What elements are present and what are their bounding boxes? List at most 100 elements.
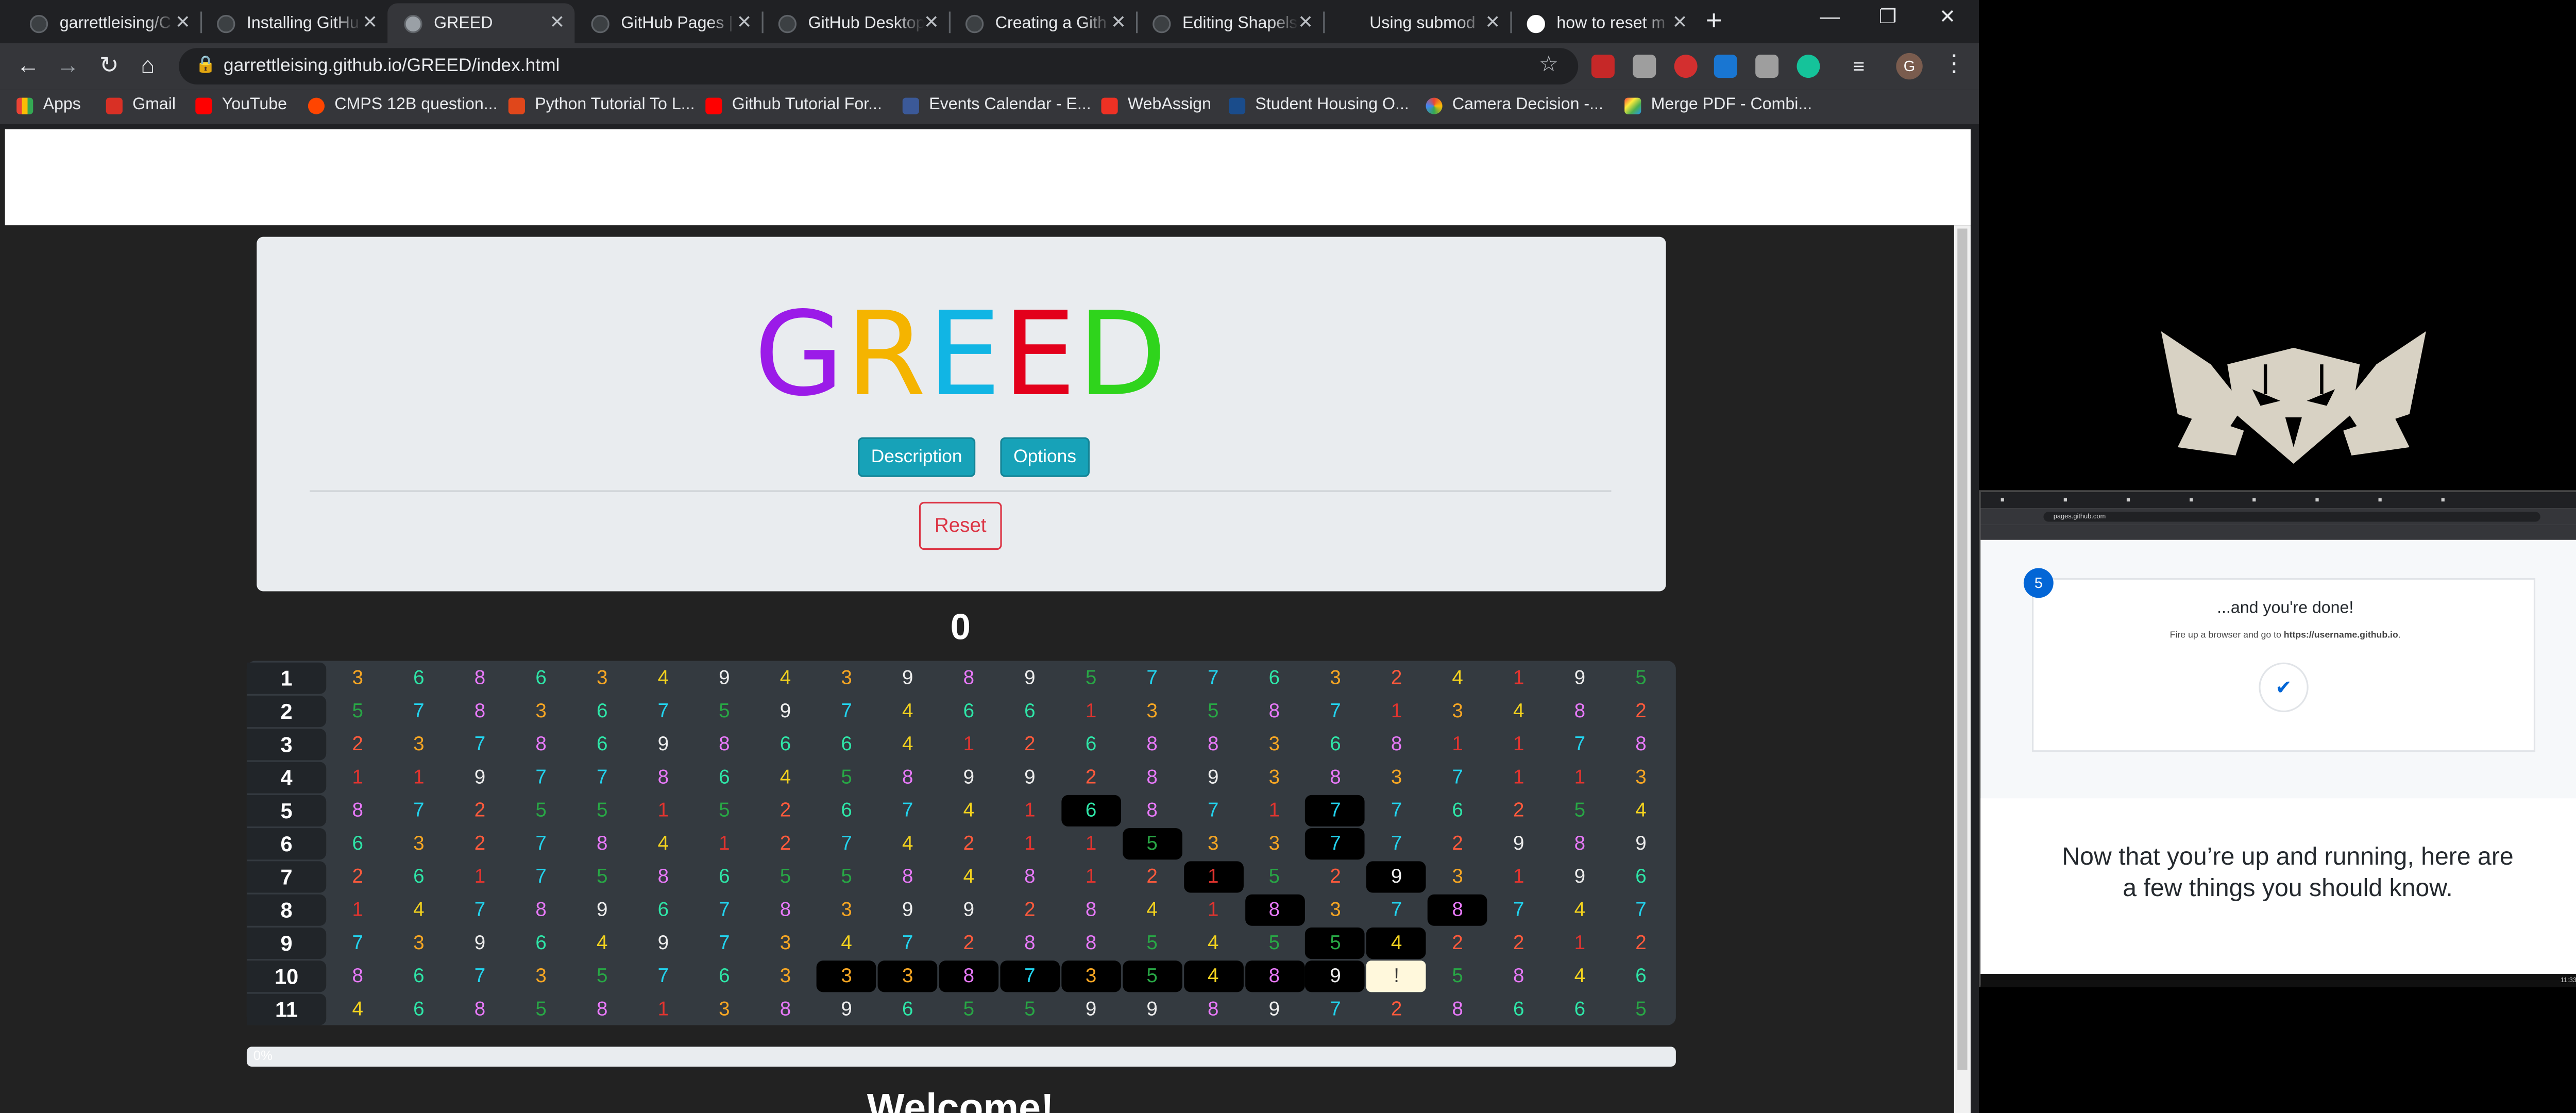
grid-cell[interactable]: 1: [1428, 729, 1487, 760]
bookmark-camera[interactable]: Camera Decision -...: [1426, 96, 1603, 114]
grid-cell[interactable]: 2: [1306, 861, 1365, 892]
grid-cell[interactable]: 6: [694, 960, 754, 992]
grid-cell[interactable]: 8: [878, 861, 938, 892]
grid-cell[interactable]: 7: [1306, 828, 1365, 860]
grid-cell[interactable]: 8: [450, 994, 510, 1025]
grid-cell[interactable]: 2: [328, 861, 387, 892]
grid-cell[interactable]: 2: [1428, 927, 1487, 959]
grid-cell[interactable]: 7: [1489, 895, 1549, 926]
tab-6[interactable]: Editing Shapels ✕: [1136, 3, 1323, 43]
extension-icon[interactable]: [1755, 55, 1779, 78]
grid-cell[interactable]: 3: [1245, 729, 1304, 760]
grid-cell[interactable]: 1: [1061, 861, 1121, 892]
grid-cell[interactable]: 7: [817, 828, 876, 859]
tab-7[interactable]: Using submod ✕: [1323, 3, 1510, 43]
grid-cell[interactable]: 5: [511, 795, 571, 827]
grid-cell[interactable]: 6: [694, 861, 754, 892]
grid-cell[interactable]: 7: [389, 795, 449, 827]
grid-cell[interactable]: 9: [878, 895, 938, 926]
forward-arrow-icon[interactable]: →: [56, 52, 79, 78]
grid-cell[interactable]: 7: [878, 927, 938, 959]
grid-cell[interactable]: 6: [817, 729, 876, 760]
grid-cell[interactable]: 6: [1550, 994, 1610, 1025]
grid-cell[interactable]: 7: [450, 960, 510, 992]
grid-cell[interactable]: 7: [1550, 729, 1610, 760]
grid-cell[interactable]: 5: [1245, 927, 1304, 959]
grid-cell[interactable]: 8: [1550, 696, 1610, 727]
grid-cell[interactable]: 9: [1489, 828, 1549, 859]
grid-cell[interactable]: 8: [1061, 927, 1121, 959]
grid-cell[interactable]: 4: [1550, 960, 1610, 992]
grid-cell[interactable]: 9: [817, 994, 876, 1025]
grid-cell[interactable]: 7: [1306, 994, 1365, 1025]
grid-cell[interactable]: 1: [1061, 828, 1121, 859]
grid-cell[interactable]: 3: [1428, 861, 1487, 892]
close-icon[interactable]: ✕: [737, 12, 752, 33]
grid-cell[interactable]: 8: [633, 861, 693, 892]
grid-cell[interactable]: 3: [389, 927, 449, 959]
grid-cell[interactable]: 7: [511, 828, 571, 859]
grid-cell[interactable]: 3: [511, 960, 571, 992]
grid-cell[interactable]: 8: [572, 828, 632, 859]
bookmark-reddit[interactable]: CMPS 12B question...: [308, 96, 498, 114]
grid-cell[interactable]: 5: [511, 994, 571, 1025]
grid-cell[interactable]: 7: [633, 696, 693, 727]
grid-cell[interactable]: 3: [328, 663, 387, 694]
grid-cell[interactable]: 6: [389, 663, 449, 694]
tab-8[interactable]: how to reset m ✕: [1510, 3, 1697, 43]
grid-cell[interactable]: 3: [694, 994, 754, 1025]
grid-cell[interactable]: 6: [694, 762, 754, 794]
grid-cell[interactable]: 1: [1183, 895, 1243, 926]
grid-cell[interactable]: 6: [633, 895, 693, 926]
tab-1[interactable]: Installing GitHu ✕: [200, 3, 387, 43]
description-button[interactable]: Description: [858, 437, 976, 477]
reload-icon[interactable]: ↻: [99, 52, 119, 80]
grid-cell[interactable]: 5: [694, 696, 754, 727]
grid-cell[interactable]: 1: [1245, 795, 1304, 827]
grid-cell[interactable]: 6: [389, 994, 449, 1025]
bookmark-webassign[interactable]: WebAssign: [1101, 96, 1211, 114]
grid-cell[interactable]: 9: [1611, 828, 1671, 859]
grid-cell[interactable]: 2: [1061, 762, 1121, 794]
grid-cell[interactable]: 3: [817, 895, 876, 926]
grid-cell[interactable]: 5: [328, 696, 387, 727]
grid-cell[interactable]: 1: [1489, 762, 1549, 794]
tab-5[interactable]: Creating a Gith ✕: [949, 3, 1136, 43]
grid-cell[interactable]: 6: [389, 861, 449, 892]
grid-cell[interactable]: 8: [450, 696, 510, 727]
grid-cell[interactable]: 6: [389, 960, 449, 992]
grid-cell[interactable]: 3: [1367, 762, 1427, 794]
grid-cell[interactable]: 4: [572, 927, 632, 959]
grid-cell[interactable]: 8: [1183, 729, 1243, 760]
grid-cell[interactable]: 3: [1183, 828, 1243, 859]
grid-cell[interactable]: 8: [1611, 729, 1671, 760]
side-tab[interactable]: ■: [2063, 495, 2067, 509]
grid-cell[interactable]: 1: [1550, 927, 1610, 959]
close-icon[interactable]: ✕: [1298, 12, 1313, 33]
grid-cell[interactable]: 7: [328, 927, 387, 959]
grid-cell[interactable]: 9: [1366, 861, 1427, 893]
grid-cell[interactable]: 8: [756, 994, 816, 1025]
grid-cell[interactable]: 4: [878, 696, 938, 727]
grid-cell[interactable]: 3: [389, 828, 449, 859]
close-icon[interactable]: ✕: [362, 12, 378, 33]
grid-cell[interactable]: 9: [572, 895, 632, 926]
grid-cell[interactable]: 9: [1550, 861, 1610, 892]
grid-cell[interactable]: 5: [817, 861, 876, 892]
grid-cell[interactable]: 9: [1245, 994, 1304, 1025]
grid-cell[interactable]: 7: [633, 960, 693, 992]
grid-cell[interactable]: 4: [1366, 927, 1427, 959]
grid-cell[interactable]: 9: [1122, 994, 1182, 1025]
grid-cell[interactable]: 2: [1000, 729, 1060, 760]
grid-cell[interactable]: 8: [756, 895, 816, 926]
grid-cell[interactable]: 9: [633, 927, 693, 959]
grid-cell[interactable]: 8: [511, 729, 571, 760]
side-tab[interactable]: ■: [2001, 495, 2005, 509]
grid-cell[interactable]: 5: [1122, 927, 1182, 959]
grid-cell[interactable]: 3: [756, 960, 816, 992]
grid-cell[interactable]: 6: [878, 994, 938, 1025]
grid-cell[interactable]: 1: [1367, 696, 1427, 727]
grid-cell[interactable]: 7: [1183, 795, 1243, 827]
grid-cell[interactable]: 8: [1428, 894, 1488, 926]
grid-cell[interactable]: 4: [1183, 927, 1243, 959]
